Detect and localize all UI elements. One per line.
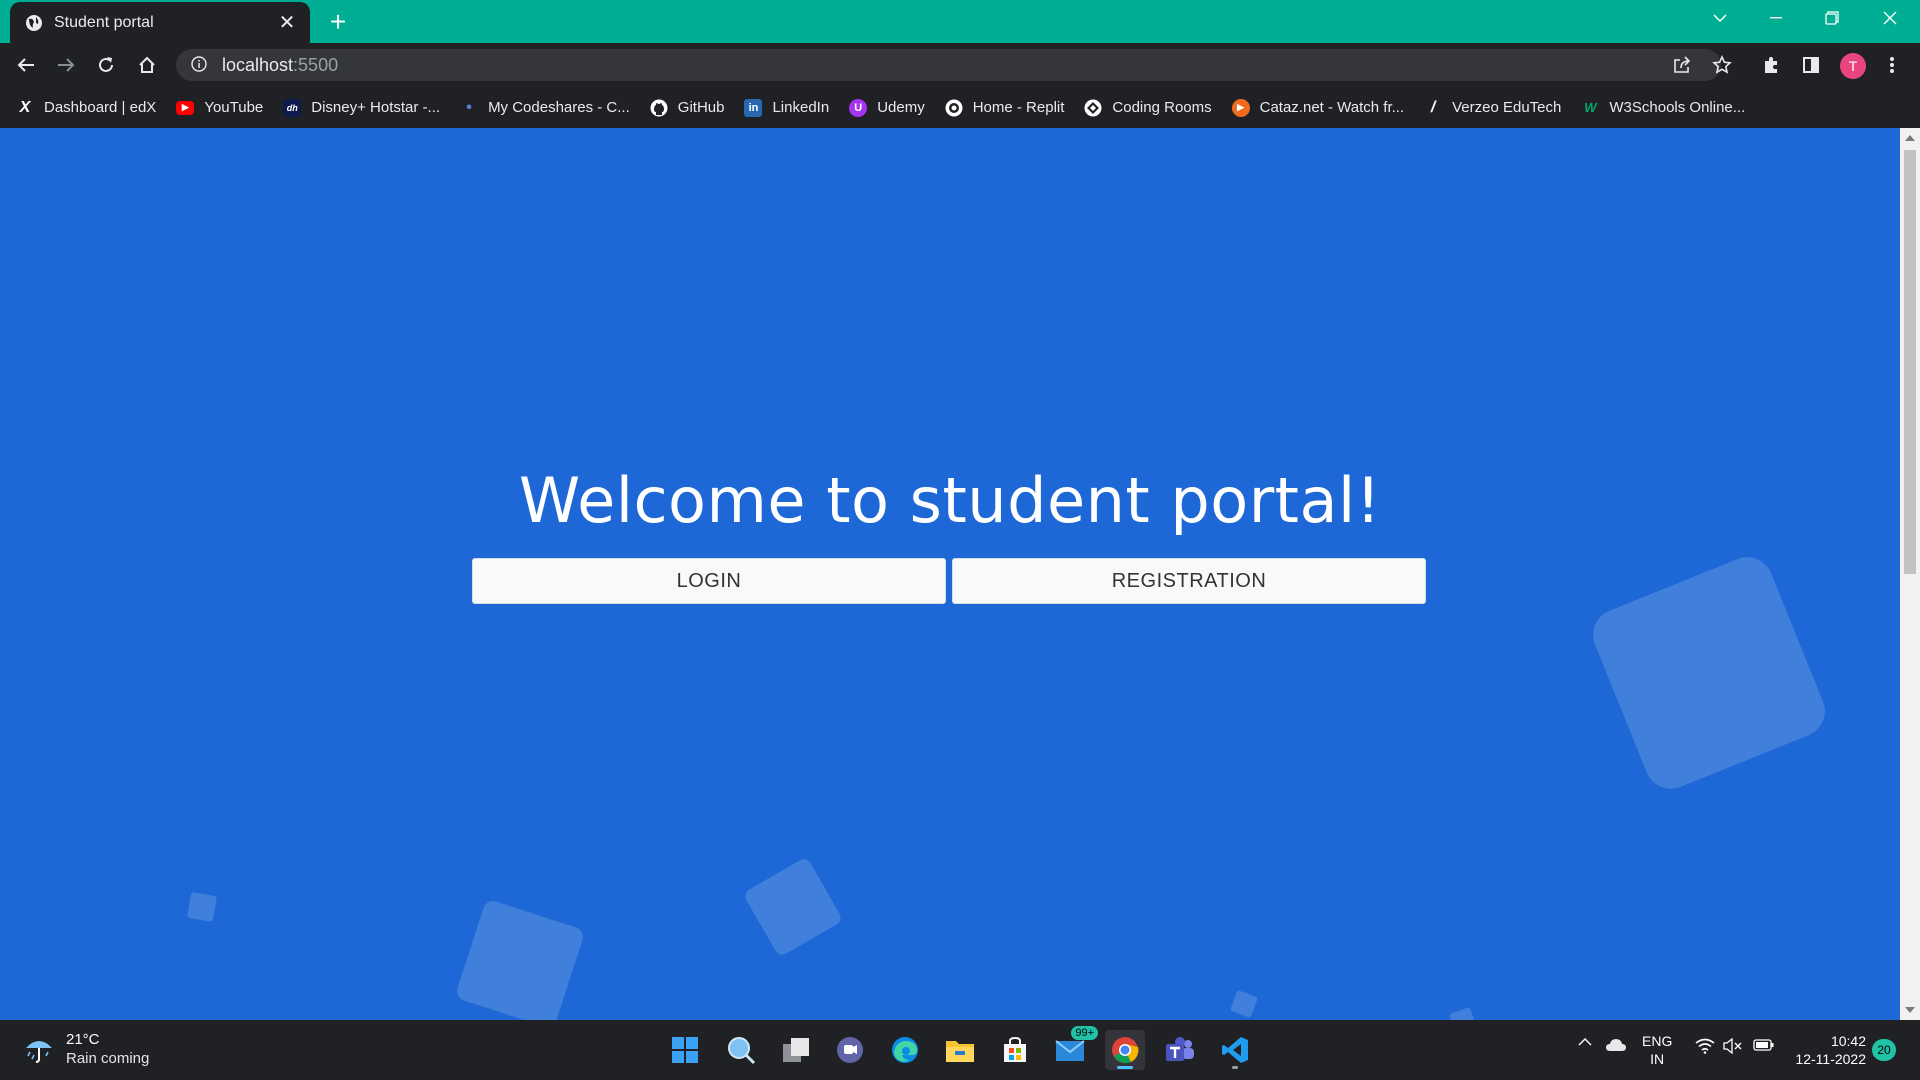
profile-avatar[interactable]: T xyxy=(1840,53,1866,79)
system-clock[interactable]: 10:42 12-11-2022 xyxy=(1790,1032,1866,1068)
youtube-icon: ▶ xyxy=(176,100,195,115)
chrome-icon[interactable] xyxy=(1105,1030,1145,1070)
decorative-square xyxy=(742,856,844,958)
url-port: :5500 xyxy=(293,54,339,75)
globe-icon xyxy=(24,13,44,33)
home-icon[interactable] xyxy=(131,49,163,81)
clock-time: 10:42 xyxy=(1830,1033,1866,1049)
battery-icon[interactable] xyxy=(1752,1038,1776,1052)
tab-title: Student portal xyxy=(54,13,154,31)
decorative-square xyxy=(1448,1006,1478,1020)
decorative-square xyxy=(186,891,218,923)
reload-icon[interactable] xyxy=(90,49,122,81)
edge-browser-icon[interactable] xyxy=(885,1030,925,1070)
w3schools-icon: W xyxy=(1584,100,1597,115)
running-indicator xyxy=(1117,1066,1133,1069)
task-view-icon[interactable] xyxy=(776,1030,816,1070)
vscode-icon[interactable] xyxy=(1215,1030,1255,1070)
weather-temperature: 21°C xyxy=(66,1031,100,1048)
decorative-square xyxy=(454,898,586,1020)
mail-icon[interactable]: 99+ xyxy=(1050,1026,1098,1070)
tab-student-portal[interactable]: Student portal ✕ xyxy=(10,2,310,43)
scroll-down-arrow-icon[interactable] xyxy=(1905,1007,1915,1013)
bookmark-linkedin[interactable]: in LinkedIn xyxy=(744,98,829,117)
file-explorer-icon[interactable] xyxy=(940,1030,980,1070)
windows-start-icon[interactable] xyxy=(665,1030,705,1070)
weather-widget[interactable]: 21°C Rain coming xyxy=(22,1030,149,1068)
bookmark-coding-rooms[interactable]: Coding Rooms xyxy=(1084,99,1212,117)
site-info-icon[interactable] xyxy=(190,55,210,75)
bookmark-hotstar[interactable]: dh Disney+ Hotstar -... xyxy=(283,98,440,117)
url-host: localhost xyxy=(222,54,294,75)
forward-arrow-icon[interactable] xyxy=(50,49,82,81)
bookmark-w3schools[interactable]: W W3Schools Online... xyxy=(1581,99,1745,117)
tab-search-chevron-icon[interactable] xyxy=(1692,0,1748,36)
running-indicator xyxy=(1232,1066,1238,1069)
bookmark-cataz[interactable]: ▶ Cataz.net - Watch fr... xyxy=(1231,98,1404,117)
close-window-icon[interactable] xyxy=(1862,0,1918,36)
edx-icon: X xyxy=(19,98,31,116)
back-arrow-icon[interactable] xyxy=(10,49,42,81)
replit-icon xyxy=(945,99,963,117)
page-viewport: Welcome to student portal! LOGIN REGISTR… xyxy=(0,128,1900,1020)
decorative-square xyxy=(1585,549,1833,797)
browser-toolbar: localhost :5500 T xyxy=(0,43,1920,87)
mail-badge: 99+ xyxy=(1071,1026,1098,1040)
teams-icon[interactable] xyxy=(1160,1030,1200,1070)
scroll-up-arrow-icon[interactable] xyxy=(1905,135,1915,141)
volume-muted-icon[interactable] xyxy=(1722,1038,1744,1054)
vertical-scrollbar[interactable] xyxy=(1900,128,1920,1020)
page-title: Welcome to student portal! xyxy=(518,464,1382,537)
bookmark-edx[interactable]: X Dashboard | edX xyxy=(16,98,157,117)
tab-strip: Student portal ✕ + xyxy=(0,0,1920,43)
decorative-square xyxy=(1229,989,1259,1019)
coding-rooms-icon xyxy=(1084,99,1102,117)
bookmark-star-icon[interactable] xyxy=(1706,49,1738,81)
menu-kebab-icon[interactable] xyxy=(1876,49,1908,81)
teams-chat-icon[interactable] xyxy=(830,1030,870,1070)
weather-description: Rain coming xyxy=(66,1050,150,1067)
bookmark-codeshare[interactable]: • My Codeshares - C... xyxy=(460,99,630,117)
bookmark-github[interactable]: GitHub xyxy=(650,99,724,117)
udemy-icon: U xyxy=(849,98,868,117)
registration-button[interactable]: REGISTRATION xyxy=(952,558,1426,604)
side-panel-icon[interactable] xyxy=(1795,49,1827,81)
language-indicator[interactable]: ENG IN xyxy=(1642,1032,1672,1068)
onedrive-cloud-icon[interactable] xyxy=(1604,1038,1628,1052)
notification-badge[interactable]: 20 xyxy=(1872,1039,1896,1061)
hotstar-icon: dh xyxy=(283,98,302,117)
address-bar[interactable]: localhost :5500 xyxy=(176,49,1721,81)
umbrella-rain-icon xyxy=(22,1032,56,1066)
github-icon xyxy=(650,99,668,117)
restore-icon[interactable] xyxy=(1804,0,1860,36)
new-tab-button[interactable]: + xyxy=(324,8,352,36)
search-icon[interactable] xyxy=(721,1030,761,1070)
linkedin-icon: in xyxy=(744,98,763,117)
show-hidden-icons-chevron-icon[interactable] xyxy=(1576,1038,1594,1046)
clock-date: 12-11-2022 xyxy=(1795,1051,1866,1067)
share-icon[interactable] xyxy=(1666,49,1698,81)
login-button[interactable]: LOGIN xyxy=(472,558,946,604)
windows-taskbar: 21°C Rain coming 99+ ENG IN 10:42 12-11-… xyxy=(0,1020,1920,1080)
close-tab-icon[interactable]: ✕ xyxy=(276,12,298,34)
extensions-puzzle-icon[interactable] xyxy=(1755,49,1787,81)
cataz-icon: ▶ xyxy=(1231,98,1250,117)
microsoft-store-icon[interactable] xyxy=(995,1030,1035,1070)
bookmark-youtube[interactable]: ▶ YouTube xyxy=(176,99,263,116)
bookmark-verzeo[interactable]: / Verzeo EduTech xyxy=(1424,99,1561,117)
codeshare-icon: • xyxy=(466,98,472,116)
verzeo-icon: / xyxy=(1430,98,1436,116)
wifi-icon[interactable] xyxy=(1694,1038,1716,1054)
bookmark-replit[interactable]: Home - Replit xyxy=(945,99,1064,117)
scroll-thumb[interactable] xyxy=(1904,150,1916,574)
bookmarks-bar: X Dashboard | edX ▶ YouTube dh Disney+ H… xyxy=(0,87,1920,128)
bookmark-udemy[interactable]: U Udemy xyxy=(849,98,925,117)
minimize-icon[interactable] xyxy=(1748,0,1804,36)
